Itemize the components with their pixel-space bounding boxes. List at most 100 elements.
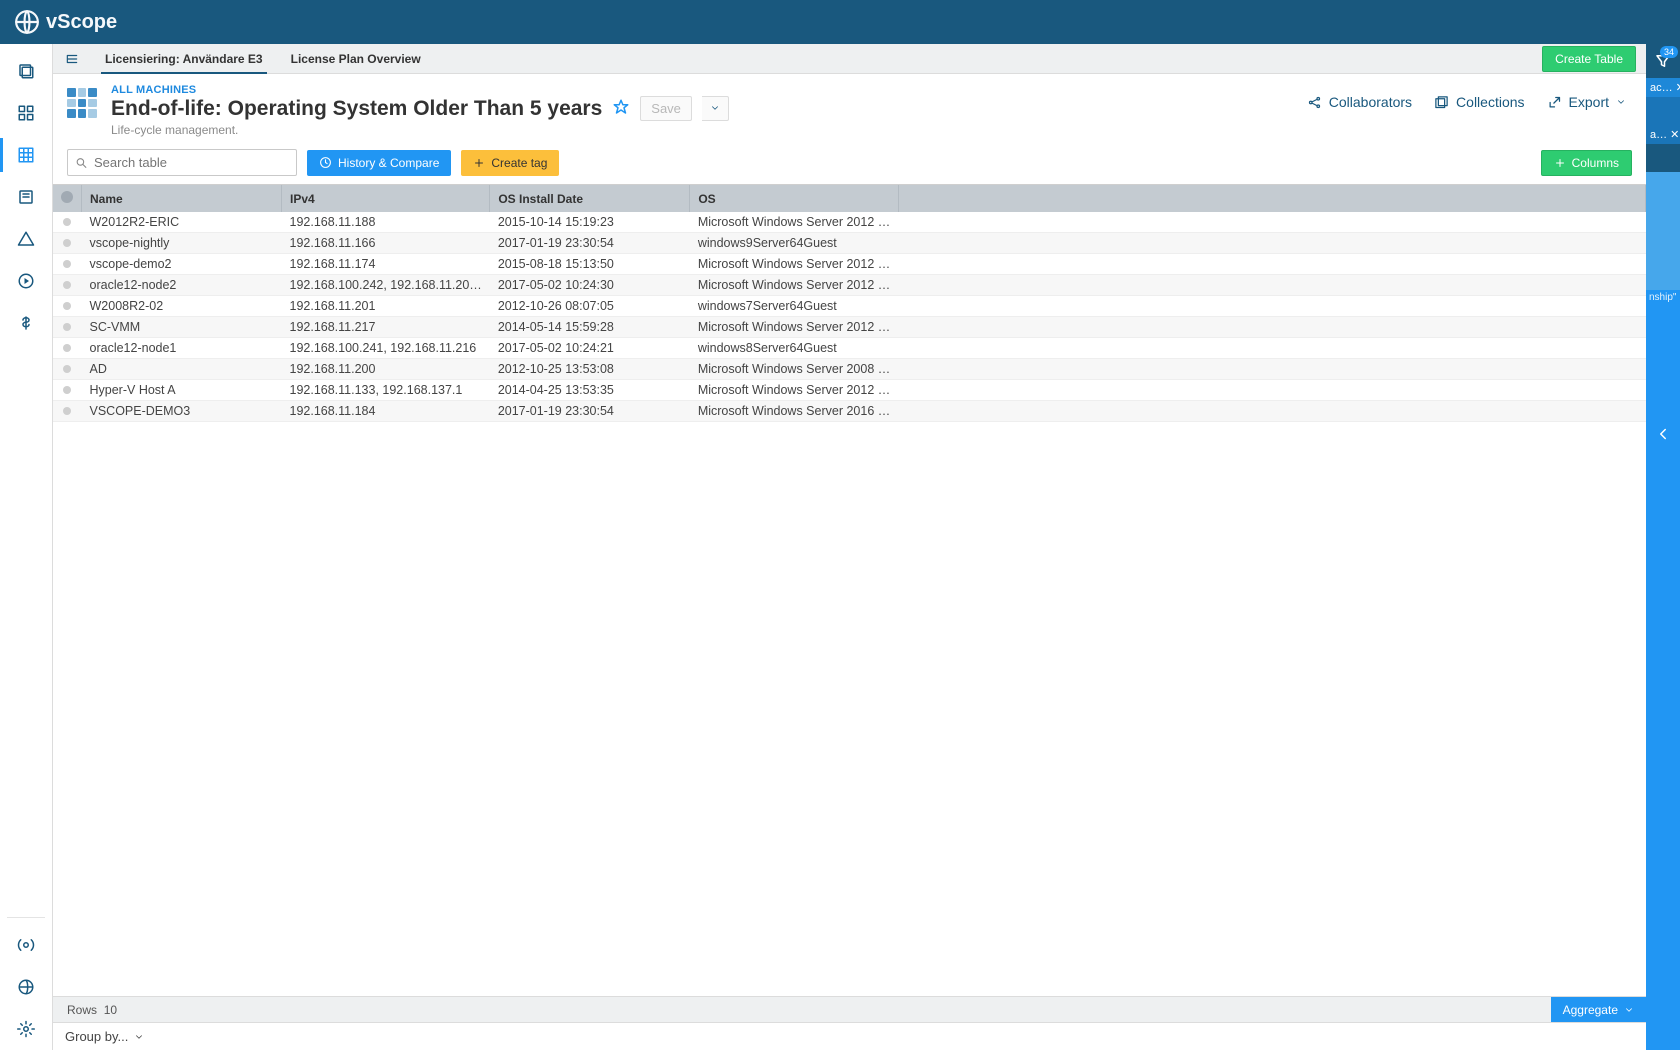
table-row[interactable]: oracle12-node2 192.168.100.242, 192.168.… [53,275,1646,296]
cell-name: AD [82,359,282,380]
cell-os: windows7Server64Guest [690,296,898,317]
cell-name: W2012R2-ERIC [82,212,282,233]
cell-name: oracle12-node2 [82,275,282,296]
data-table: Name IPv4 OS Install Date OS W2012R2-ERI… [53,184,1646,996]
table-row[interactable]: vscope-nightly 192.168.11.166 2017-01-19… [53,233,1646,254]
filter-panel-collapsed: 34 ac…✕ a…✕ nship" [1646,44,1680,1050]
cell-ipv4: 192.168.11.217 [282,317,490,338]
nav-tables[interactable] [0,134,53,176]
table-row[interactable]: VSCOPE-DEMO3 192.168.11.184 2017-01-19 2… [53,401,1646,422]
cell-name: vscope-demo2 [82,254,282,275]
cell-os: Microsoft Windows Server 2012 … [690,275,898,296]
table-row[interactable]: W2008R2-02 192.168.11.201 2012-10-26 08:… [53,296,1646,317]
aggregate-button[interactable]: Aggregate [1551,997,1646,1022]
expand-panel-button[interactable] [1654,425,1672,446]
col-install-date-header[interactable]: OS Install Date [490,185,690,212]
clock-icon [319,156,332,169]
create-tag-button[interactable]: Create tag [461,150,559,176]
nav-reports[interactable] [0,176,53,218]
row-status-dot [53,212,82,233]
cell-ipv4: 192.168.11.201 [282,296,490,317]
cell-os: Microsoft Windows Server 2008 … [690,359,898,380]
table-toolbar: History & Compare Create tag Columns [53,145,1646,184]
row-status-dot [53,380,82,401]
cell-install-date: 2015-10-14 15:19:23 [490,212,690,233]
filter-chip[interactable]: a…✕ [1646,125,1680,144]
cell-install-date: 2017-01-19 23:30:54 [490,401,690,422]
col-ipv4-header[interactable]: IPv4 [282,185,490,212]
cell-os: Microsoft Windows Server 2012 … [690,380,898,401]
close-icon[interactable]: ✕ [1670,128,1679,141]
tab-license-plan[interactable]: License Plan Overview [287,44,425,74]
filter-fragment: nship" [1646,290,1680,305]
cell-install-date: 2017-05-02 10:24:30 [490,275,690,296]
history-compare-button[interactable]: History & Compare [307,150,451,176]
nav-broadcast[interactable] [0,924,53,966]
col-os-header[interactable]: OS [690,185,898,212]
chevron-down-icon [1616,97,1626,107]
cell-os: windows9Server64Guest [690,233,898,254]
brand-logo: vScope [14,9,117,35]
cell-install-date: 2017-05-02 10:24:21 [490,338,690,359]
cell-os: Microsoft Windows Server 2012 … [690,254,898,275]
table-row[interactable]: SC-VMM 192.168.11.217 2014-05-14 15:59:2… [53,317,1646,338]
cell-install-date: 2017-01-19 23:30:54 [490,233,690,254]
col-name-header[interactable]: Name [82,185,282,212]
filter-toggle[interactable]: 34 [1646,44,1680,78]
cell-install-date: 2015-08-18 15:13:50 [490,254,690,275]
search-input[interactable] [67,149,297,176]
group-by-button[interactable]: Group by... [53,1022,1646,1050]
export-action[interactable]: Export [1547,94,1626,110]
nav-settings[interactable] [0,1008,53,1050]
nav-alerts[interactable] [0,218,53,260]
tab-licensing[interactable]: Licensiering: Användare E3 [101,44,267,74]
columns-button[interactable]: Columns [1541,150,1632,176]
save-dropdown[interactable] [702,96,729,121]
cell-ipv4: 192.168.100.241, 192.168.11.216 [282,338,490,359]
left-nav-rail [0,44,53,1050]
cell-ipv4: 192.168.11.188 [282,212,490,233]
cell-install-date: 2012-10-26 08:07:05 [490,296,690,317]
breadcrumb[interactable]: ALL MACHINES [111,84,729,96]
close-icon[interactable]: ✕ [1676,81,1680,94]
cell-os: windows8Server64Guest [690,338,898,359]
cell-os: Microsoft Windows Server 2016 … [690,401,898,422]
table-header-row: Name IPv4 OS Install Date OS [53,185,1646,212]
row-status-dot [53,338,82,359]
row-status-dot [53,254,82,275]
table-row[interactable]: W2012R2-ERIC 192.168.11.188 2015-10-14 1… [53,212,1646,233]
rows-label: Rows [67,1003,97,1017]
tab-strip: Licensiering: Användare E3 License Plan … [53,44,1646,74]
table-row[interactable]: oracle12-node1 192.168.100.241, 192.168.… [53,338,1646,359]
brand-text: vScope [46,11,117,34]
table-row[interactable]: AD 192.168.11.200 2012-10-25 13:53:08 Mi… [53,359,1646,380]
nav-globe[interactable] [0,966,53,1008]
cell-install-date: 2012-10-25 13:53:08 [490,359,690,380]
export-icon [1547,95,1562,110]
collections-action[interactable]: Collections [1434,94,1524,110]
cell-name: W2008R2-02 [82,296,282,317]
cell-ipv4: 192.168.11.174 [282,254,490,275]
table-row[interactable]: vscope-demo2 192.168.11.174 2015-08-18 1… [53,254,1646,275]
row-status-dot [53,359,82,380]
nav-billing[interactable] [0,302,53,344]
cell-os: Microsoft Windows Server 2012 … [690,317,898,338]
nav-widgets[interactable] [0,92,53,134]
cell-ipv4: 192.168.100.242, 192.168.11.20… [282,275,490,296]
nav-play[interactable] [0,260,53,302]
plus-icon [473,157,485,169]
table-row[interactable]: Hyper-V Host A 192.168.11.133, 192.168.1… [53,380,1646,401]
page-header: ALL MACHINES End-of-life: Operating Syst… [53,74,1646,145]
favorite-star-icon[interactable] [612,98,630,119]
globe-icon [14,9,40,35]
share-icon [1307,95,1322,110]
collaborators-action[interactable]: Collaborators [1307,94,1412,110]
filter-chip[interactable]: ac…✕ [1646,78,1680,97]
select-all-header[interactable] [53,185,82,212]
nav-dashboards[interactable] [0,50,53,92]
table-icon [63,52,81,66]
search-icon [75,156,88,169]
create-table-button[interactable]: Create Table [1542,46,1636,72]
cell-ipv4: 192.168.11.200 [282,359,490,380]
save-button[interactable]: Save [640,96,692,121]
